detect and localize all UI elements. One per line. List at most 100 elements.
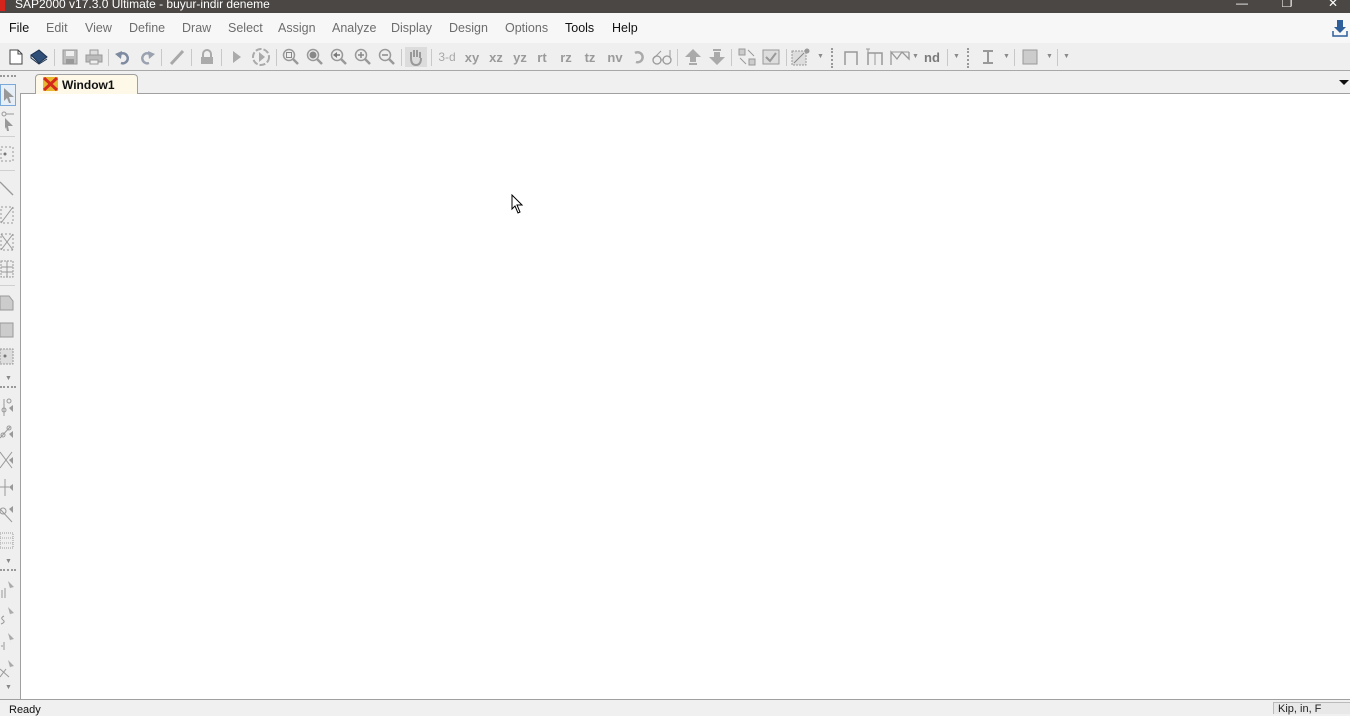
quick-brace-tool[interactable] (0, 232, 16, 254)
display-options-button[interactable] (790, 47, 812, 67)
edit-pencil-button[interactable] (167, 47, 187, 67)
quick-area-tool[interactable] (0, 346, 16, 368)
menu-draw[interactable]: Draw (182, 21, 211, 35)
section-button[interactable] (977, 47, 999, 67)
divider (0, 285, 15, 286)
draw-poly-area-tool[interactable] (0, 292, 16, 314)
sidebar-dropdown[interactable]: ▼ (5, 684, 12, 691)
select-tool-3[interactable] (0, 630, 16, 652)
pointer-tool[interactable] (0, 84, 16, 106)
tab-window1[interactable]: Window1 (35, 74, 138, 95)
move-up-button[interactable] (682, 47, 704, 67)
check-button[interactable] (760, 47, 782, 67)
units-dropdown[interactable]: Kip, in, F (1273, 702, 1350, 715)
view-3d-button[interactable]: 3-d (435, 47, 459, 67)
draw-solid-tool[interactable] (0, 530, 16, 552)
restore-button[interactable]: ❐ (1264, 0, 1310, 11)
toolbar-grip[interactable] (0, 386, 16, 388)
menu-design[interactable]: Design (449, 21, 488, 35)
menu-display[interactable]: Display (391, 21, 432, 35)
zoom-in-button[interactable] (353, 47, 373, 67)
template-dropdown[interactable]: ▼ (912, 53, 919, 60)
menu-file[interactable]: File (9, 21, 29, 35)
braced-frame-button[interactable] (864, 47, 886, 67)
rotate-3d-button[interactable] (630, 47, 648, 67)
quick-frame-tool[interactable] (0, 205, 16, 227)
menu-bar: File Edit View Define Draw Select Assign… (0, 13, 1350, 43)
view-tz-button[interactable]: tz (580, 47, 600, 67)
save-button[interactable] (60, 47, 80, 67)
run-analysis-button[interactable] (228, 47, 246, 67)
draw-link-tool[interactable] (0, 396, 16, 418)
view-nv-button[interactable]: nv (604, 47, 626, 67)
toolbar-separator (161, 49, 162, 66)
menu-help[interactable]: Help (612, 21, 638, 35)
select-tool-1[interactable] (0, 578, 16, 600)
menu-assign[interactable]: Assign (278, 21, 316, 35)
truss-template-button[interactable] (889, 47, 911, 67)
menu-analyze[interactable]: Analyze (332, 21, 376, 35)
view-rt-button[interactable]: rt (532, 47, 552, 67)
tab-list-dropdown[interactable] (1339, 80, 1349, 85)
view-rz-button[interactable]: rz (556, 47, 576, 67)
toolbar-grip[interactable] (0, 75, 16, 77)
draw-rect-area-tool[interactable] (0, 319, 16, 341)
close-button[interactable]: ✕ (1310, 0, 1350, 11)
menu-tools[interactable]: Tools (565, 21, 594, 35)
draw-frame-tool[interactable] (0, 178, 16, 200)
minimize-button[interactable]: — (1219, 0, 1265, 11)
draw-constraint-tool[interactable] (0, 476, 16, 498)
draw-diagonal-link-tool[interactable] (0, 449, 16, 471)
reshape-pointer-tool[interactable] (0, 110, 16, 132)
nd-button[interactable]: nd (921, 47, 943, 67)
toolbar-overflow-dropdown[interactable]: ▼ (1063, 53, 1070, 60)
select-tool-2[interactable] (0, 604, 16, 626)
menu-options[interactable]: Options (505, 21, 548, 35)
menu-select[interactable]: Select (228, 21, 263, 35)
zoom-previous-button[interactable] (329, 47, 349, 67)
nd-dropdown[interactable]: ▼ (953, 53, 960, 60)
show-all-button[interactable] (736, 47, 758, 67)
undo-button[interactable] (113, 47, 133, 67)
lock-button[interactable] (197, 47, 217, 67)
quick-grid-tool[interactable] (0, 259, 16, 281)
new-model-button[interactable] (7, 47, 25, 67)
title-bar: SAP2000 v17.3.0 Ultimate - buyur-indir d… (0, 0, 1350, 13)
toolbar-grip[interactable] (0, 569, 16, 571)
redo-button[interactable] (137, 47, 157, 67)
toolbar-grip[interactable] (831, 48, 833, 68)
select-pointer-icon (1, 633, 14, 650)
redo-icon (141, 51, 155, 65)
draw-section-cut-tool[interactable] (0, 503, 16, 525)
menu-define[interactable]: Define (129, 21, 165, 35)
select-tool-4[interactable] (0, 657, 16, 679)
draw-two-joint-link-tool[interactable] (0, 422, 16, 444)
zoom-full-button[interactable] (305, 47, 325, 67)
open-model-button[interactable] (28, 47, 50, 67)
sidebar-dropdown[interactable]: ▼ (5, 375, 12, 382)
run-now-button[interactable] (250, 47, 272, 67)
area-shade-button[interactable] (1019, 47, 1041, 67)
display-options-dropdown[interactable]: ▼ (817, 53, 824, 60)
toolbar-grip[interactable] (967, 48, 969, 68)
frame-template-button[interactable] (840, 47, 862, 67)
zoom-out-button[interactable] (377, 47, 397, 67)
pan-button[interactable] (405, 47, 427, 67)
perspective-button[interactable] (651, 47, 673, 67)
menu-edit[interactable]: Edit (46, 21, 68, 35)
section-dropdown[interactable]: ▼ (1003, 53, 1010, 60)
model-view-canvas[interactable] (20, 94, 1350, 699)
draw-joint-tool[interactable] (0, 144, 16, 166)
view-xy-button[interactable]: xy (461, 47, 483, 67)
print-button[interactable] (83, 47, 105, 67)
area-shade-dropdown[interactable]: ▼ (1046, 53, 1053, 60)
view-yz-button[interactable]: yz (509, 47, 531, 67)
menu-view[interactable]: View (85, 21, 112, 35)
zoom-window-button[interactable] (281, 47, 301, 67)
portal-frame-icon (844, 51, 858, 65)
view-xz-button[interactable]: xz (485, 47, 507, 67)
move-down-button[interactable] (706, 47, 728, 67)
download-icon[interactable] (1332, 20, 1348, 37)
printer-icon (85, 49, 103, 65)
sidebar-dropdown[interactable]: ▼ (5, 558, 12, 565)
